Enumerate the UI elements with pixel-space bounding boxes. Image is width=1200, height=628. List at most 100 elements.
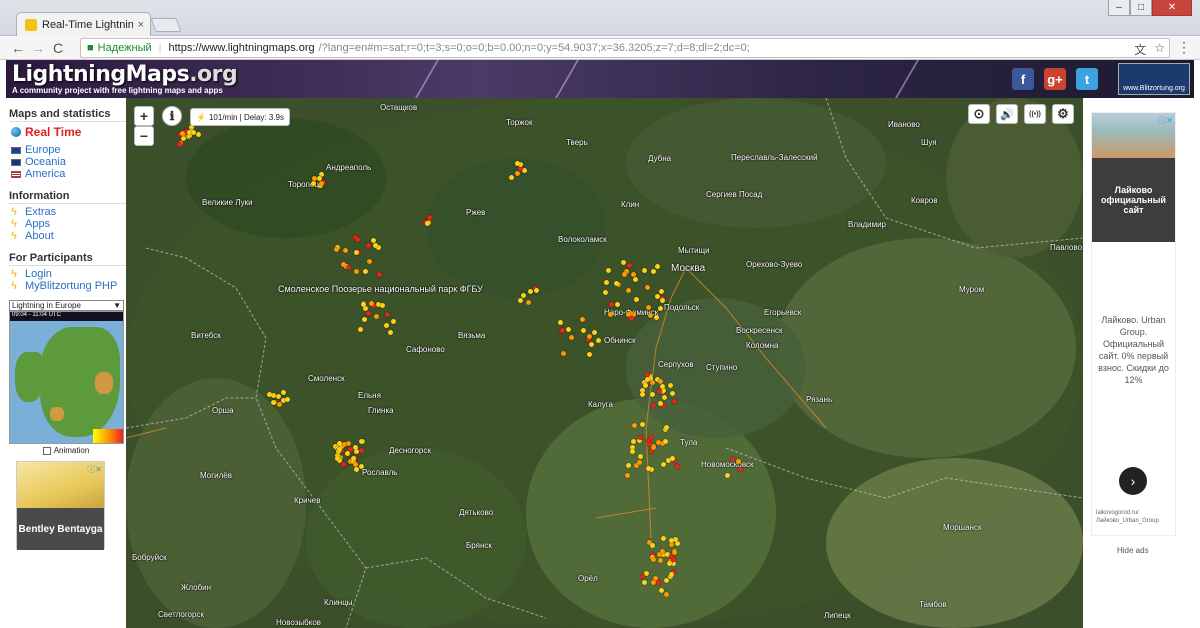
terrain-patch [826,458,1083,628]
lightning-strike-marker [675,463,681,469]
bolt-icon: ϟ [11,280,17,292]
sidebar-item-myblitzortung[interactable]: ϟ MyBlitzortung PHP [6,280,126,292]
minimap-legend-scale [93,429,123,443]
locate-icon[interactable]: ⊙ [968,104,990,124]
bolt-icon: ⚡ [196,112,206,122]
lightning-strike-marker [560,327,566,333]
lightning-strike-marker [425,220,431,226]
city-label: Серпухов [658,360,694,369]
lightning-strike-marker [533,287,539,293]
menu-icon[interactable]: ⋮ [1174,39,1194,56]
lightning-strike-marker [671,399,677,405]
ad-choices-icon[interactable]: ⓘ✕ [1158,115,1173,126]
lightning-strike-marker [522,167,528,173]
close-window-button[interactable]: ✕ [1152,0,1192,16]
sidebar-item-label: MyBlitzortung PHP [25,280,118,292]
blitzortung-badge[interactable]: www.Blitzortung.org [1118,63,1190,95]
lightning-strike-marker [376,271,382,277]
lightning-strike-marker [661,394,667,400]
url-field[interactable]: ■ Надежный | https://www.lightningmaps.o… [80,38,1170,58]
google-plus-icon[interactable]: g+ [1044,68,1066,90]
lightning-map[interactable]: Москва Тверь Торжок Дубна Иваново Шуя Переслав… [126,98,1083,628]
lightning-strike-marker [525,300,531,306]
city-label: Сафоново [406,345,445,354]
lightning-strike-marker [368,301,374,307]
sidebar-item-europe[interactable]: Europe [6,144,126,156]
zoom-in-button[interactable]: + [134,106,154,126]
new-tab-button[interactable] [150,18,182,32]
sound-icon[interactable]: 🔊 [996,104,1018,124]
lightning-strike-marker [275,393,281,399]
star-icon[interactable]: ☆ [1154,41,1165,58]
translate-icon[interactable]: 文 [1134,41,1146,58]
sidebar-item-login[interactable]: ϟ Login [6,268,126,280]
info-icon[interactable]: ℹ [162,106,182,126]
city-label: Бобруйск [132,553,167,562]
sidebar-item-about[interactable]: ϟ About [6,230,126,242]
city-label: Иваново [888,120,920,129]
city-label: Подольск [664,303,700,312]
us-flag-icon [11,170,21,178]
laikovo-ad-source: laikovogorod.ru/ Лайково_Urban_Group [1096,510,1159,524]
city-label: Коломна [746,341,779,350]
sidebar-item-realtime[interactable]: Real Time [6,124,126,140]
europe-minimap[interactable]: 09:04 - 11:04 UTC [9,311,124,444]
settings-gear-icon[interactable]: ⚙ [1052,104,1074,124]
strike-rate-text: 101/min | Delay: 3.9s [208,112,284,122]
city-label: Торжок [506,118,533,127]
car-ad[interactable]: Bentley Bentayga ⓘ✕ [16,461,105,550]
city-label: Липецк [824,611,851,620]
minimap-time-strip: 09:04 - 11:04 UTC [10,312,123,321]
minimap-select[interactable]: Lightning in Europe ▼ [9,300,124,311]
lightning-strike-marker [606,267,612,273]
minimap-storm-area [50,407,64,421]
url-separator: | [158,42,162,54]
twitter-icon[interactable]: t [1076,68,1098,90]
site-logo[interactable]: LightningMaps.org [12,62,238,87]
lightning-strike-marker [311,180,317,186]
zoom-out-button[interactable]: − [134,126,154,146]
sidebar-item-apps[interactable]: ϟ Apps [6,218,126,230]
city-label: Тула [680,438,698,447]
laikovo-ad[interactable]: Лайково официальный сайт Лайково. Urban … [1091,112,1176,536]
sidebar-item-extras[interactable]: ϟ Extras [6,206,126,218]
city-label: Кричев [294,496,321,505]
information-heading: Information [9,190,126,204]
sidebar-item-america[interactable]: America [6,168,126,180]
reload-button[interactable]: C [48,40,68,56]
animation-checkbox[interactable] [42,446,51,455]
maximize-button[interactable]: □ [1130,0,1152,16]
signal-icon[interactable]: ((•)) [1024,104,1046,124]
city-label: Калуга [588,400,613,409]
hide-ads-link[interactable]: Hide ads [1117,546,1149,555]
lightning-strike-marker [340,262,346,268]
sidebar-item-label: Europe [25,144,61,156]
lightning-strike-marker [566,326,572,332]
city-label: Егорьевск [764,308,802,317]
city-label: Шуя [921,138,937,147]
lightning-strike-marker [336,446,342,452]
tab-lightningmaps[interactable]: Real-Time Lightning Maps × [16,12,151,36]
facebook-icon[interactable]: f [1012,68,1034,90]
lightning-strike-marker [639,422,645,427]
ad-choices-icon[interactable]: ⓘ✕ [87,464,102,475]
sidebar-item-oceania[interactable]: Oceania [6,156,126,168]
minimize-button[interactable]: – [1108,0,1130,16]
lightning-strike-marker [657,388,663,394]
chevron-down-icon: ▼ [113,301,121,310]
lightning-strike-marker [620,259,626,265]
lightning-strike-marker [626,311,632,317]
lightning-favicon [25,18,37,31]
url-host: https://www.lightningmaps.org [168,42,315,54]
animation-toggle[interactable]: Animation [6,446,126,455]
laikovo-ad-body: Лайково. Urban Group. Официальный сайт. … [1098,315,1169,385]
lightning-strike-marker [520,292,526,298]
tab-close-icon[interactable]: × [138,19,150,31]
terrain-patch [186,118,386,238]
window-controls: – □ ✕ [1108,0,1192,16]
forward-button[interactable]: → [28,40,48,56]
ad-arrow-button[interactable]: › [1119,467,1147,495]
back-button[interactable]: ← [8,40,28,56]
browser-tabstrip: Real-Time Lightning Maps × – □ ✕ [0,0,1200,36]
lightning-strike-marker [641,268,647,274]
